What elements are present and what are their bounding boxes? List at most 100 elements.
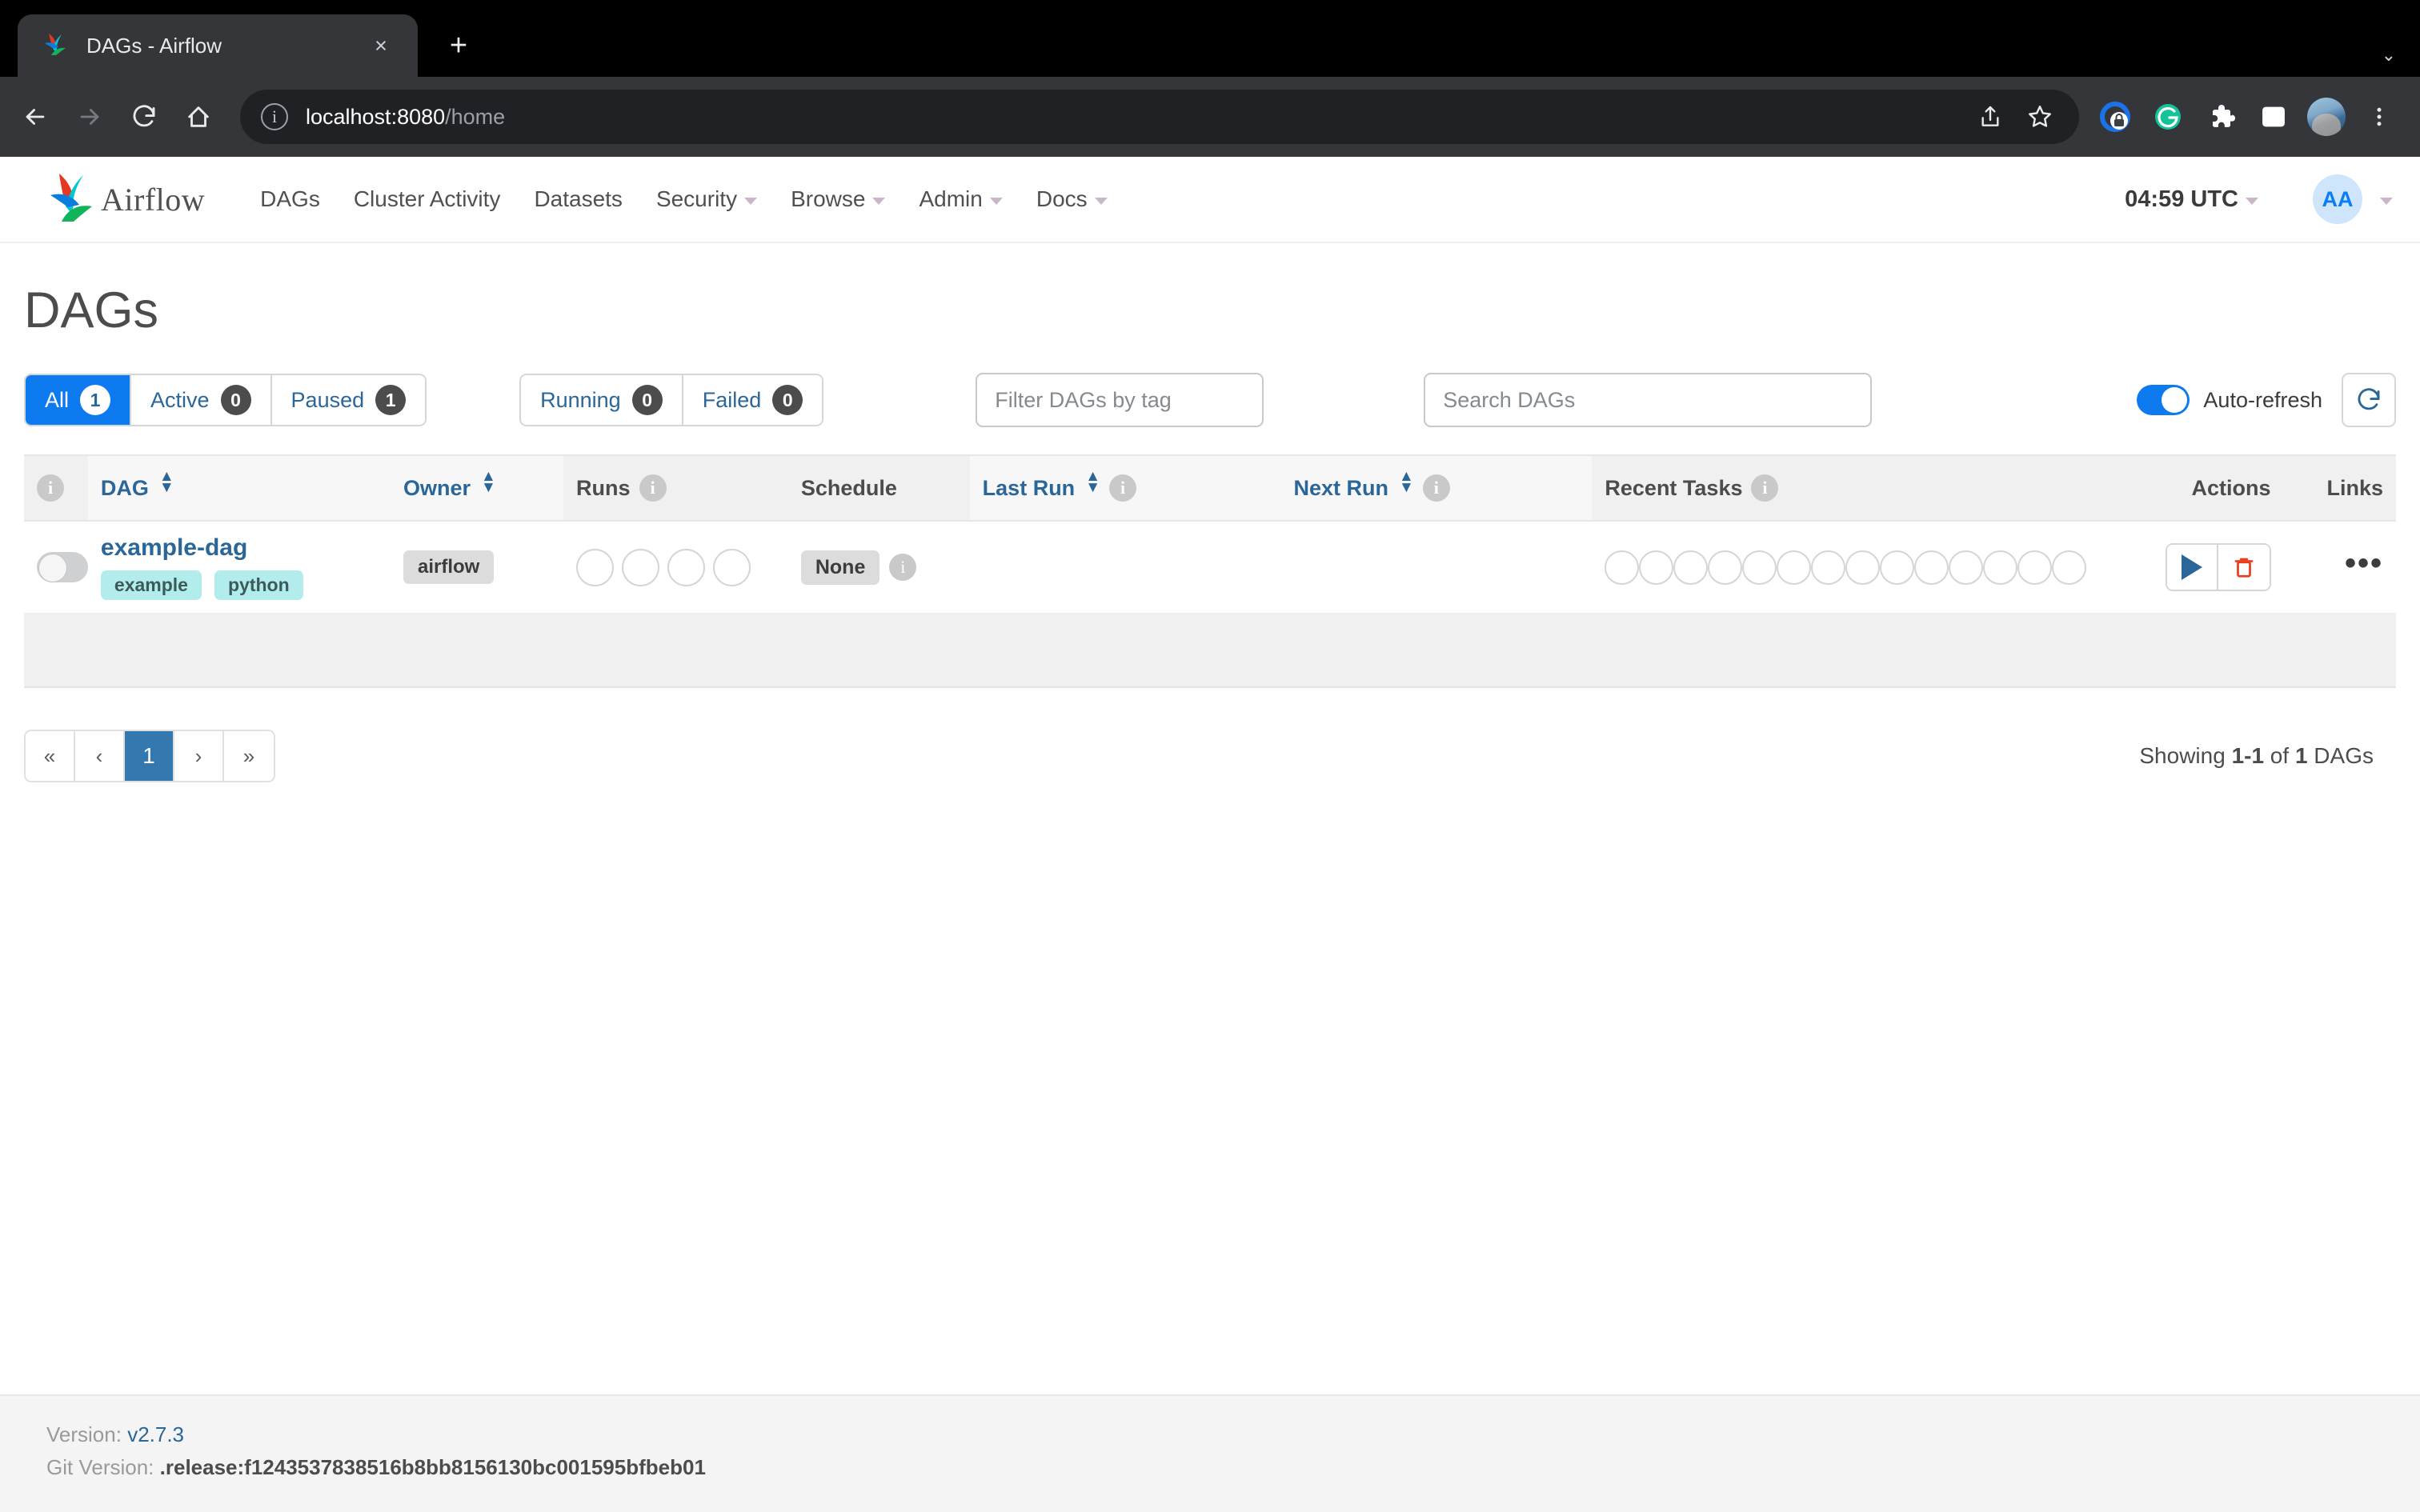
chevron-down-icon[interactable]: ⌄ xyxy=(2382,45,2396,66)
home-button[interactable] xyxy=(171,90,226,144)
th-owner[interactable]: Owner ▲ ▼ xyxy=(390,454,563,522)
th-last-run[interactable]: Last Run ▲ ▼ i xyxy=(969,454,1281,522)
info-icon[interactable]: i xyxy=(639,474,667,502)
dag-tag[interactable]: example xyxy=(100,570,202,600)
th-dag[interactable]: DAG ▲ ▼ xyxy=(87,454,391,522)
page-first-button[interactable]: « xyxy=(26,731,75,781)
nav-item-admin[interactable]: Admin xyxy=(902,156,1019,242)
trigger-dag-button[interactable] xyxy=(2166,545,2218,590)
th-recent-tasks: Recent Tasks i xyxy=(1592,454,2129,522)
tag-filter-input[interactable]: Filter DAGs by tag xyxy=(976,373,1264,427)
airflow-app: Airflow DAGs Cluster Activity Datasets S… xyxy=(0,156,2420,1512)
page-next-button[interactable]: › xyxy=(174,731,224,781)
grammarly-extension-icon[interactable] xyxy=(2143,92,2193,142)
run-state-circle[interactable] xyxy=(622,548,659,586)
info-icon[interactable]: i xyxy=(37,474,64,502)
sort-icon[interactable]: ▲ ▼ xyxy=(481,469,496,499)
site-info-icon[interactable]: i xyxy=(261,103,288,130)
page-prev-button[interactable]: ‹ xyxy=(75,731,125,781)
task-state-circle[interactable] xyxy=(1639,550,1674,585)
nav-label: Browse xyxy=(791,186,866,211)
side-panel-icon[interactable] xyxy=(2249,92,2298,142)
showing-count: Showing 1-1 of 1 DAGs xyxy=(2139,743,2396,769)
forward-button[interactable] xyxy=(62,90,117,144)
run-state-circle[interactable] xyxy=(667,548,705,586)
sort-icon[interactable]: ▲ ▼ xyxy=(1085,469,1100,499)
run-state-circle[interactable] xyxy=(576,548,614,586)
filter-label: All xyxy=(45,387,70,412)
task-state-circle[interactable] xyxy=(1708,550,1743,585)
task-state-circle[interactable] xyxy=(1605,550,1640,585)
search-dags-input[interactable]: Search DAGs xyxy=(1424,373,1873,427)
bookmark-star-icon[interactable] xyxy=(2015,92,2065,142)
sort-icon[interactable]: ▲ ▼ xyxy=(1399,469,1414,499)
task-state-circle[interactable] xyxy=(2017,550,2053,585)
run-state-circle[interactable] xyxy=(713,548,751,586)
info-icon[interactable]: i xyxy=(1422,474,1450,502)
back-button[interactable] xyxy=(8,90,62,144)
delete-dag-button[interactable] xyxy=(2218,545,2270,590)
share-icon[interactable] xyxy=(1965,92,2015,142)
cell-links: ••• xyxy=(2283,521,2396,614)
info-icon[interactable]: i xyxy=(1751,474,1779,502)
task-state-circle[interactable] xyxy=(1811,550,1846,585)
close-icon[interactable]: × xyxy=(365,30,397,62)
address-bar[interactable]: i localhost:8080/home xyxy=(240,90,2079,144)
user-avatar[interactable]: AA xyxy=(2313,174,2362,224)
task-state-circle[interactable] xyxy=(1914,550,1949,585)
task-state-circle[interactable] xyxy=(1742,550,1777,585)
nav-label: Admin xyxy=(919,186,983,211)
filter-paused[interactable]: Paused 1 xyxy=(271,375,426,425)
version-link[interactable]: v2.7.3 xyxy=(127,1422,184,1446)
nav-label: Cluster Activity xyxy=(353,186,501,211)
run-state-filter-group: Running 0 Failed 0 xyxy=(519,374,824,426)
new-tab-button[interactable]: + xyxy=(435,22,482,69)
auto-refresh-toggle[interactable] xyxy=(2137,385,2190,415)
browser-menu-icon[interactable] xyxy=(2354,92,2404,142)
extensions-puzzle-icon[interactable] xyxy=(2196,92,2246,142)
browser-chrome: DAGs - Airflow × + ⌄ i localhost:8080/ho… xyxy=(0,0,2420,157)
nav-item-docs[interactable]: Docs xyxy=(1020,156,1124,242)
th-label: Next Run xyxy=(1293,475,1389,500)
task-state-circle[interactable] xyxy=(1673,550,1709,585)
task-state-circle[interactable] xyxy=(1983,550,2018,585)
auto-refresh-label: Auto-refresh xyxy=(2203,387,2322,412)
reload-button[interactable] xyxy=(117,90,171,144)
dag-tag[interactable]: python xyxy=(214,570,303,600)
nav-item-security[interactable]: Security xyxy=(639,156,774,242)
showing-range: 1-1 xyxy=(2231,743,2265,768)
th-next-run[interactable]: Next Run ▲ ▼ i xyxy=(1280,454,1593,522)
page-last-button[interactable]: » xyxy=(224,731,274,781)
dag-tags: example python xyxy=(100,570,378,600)
task-state-circle[interactable] xyxy=(1949,550,1984,585)
more-dots-icon[interactable]: ••• xyxy=(2345,546,2383,581)
nav-item-cluster-activity[interactable]: Cluster Activity xyxy=(337,156,518,242)
chevron-down-icon[interactable] xyxy=(2380,198,2393,205)
browser-tab[interactable]: DAGs - Airflow × xyxy=(18,14,418,77)
filter-active[interactable]: Active 0 xyxy=(131,375,272,425)
task-state-circle[interactable] xyxy=(2052,550,2087,585)
page-number-button[interactable]: 1 xyxy=(125,731,174,781)
airflow-logo[interactable]: Airflow xyxy=(46,171,205,227)
utc-clock[interactable]: 04:59 UTC xyxy=(2125,186,2258,213)
dag-link[interactable]: example-dag xyxy=(101,534,378,562)
refresh-button[interactable] xyxy=(2342,373,2396,427)
filter-all[interactable]: All 1 xyxy=(26,375,132,425)
profile-avatar[interactable] xyxy=(2302,92,2351,142)
filter-running[interactable]: Running 0 xyxy=(521,375,683,425)
nav-item-browse[interactable]: Browse xyxy=(774,156,902,242)
task-state-circle[interactable] xyxy=(1777,550,1812,585)
task-state-circle[interactable] xyxy=(1880,550,1915,585)
filter-failed[interactable]: Failed 0 xyxy=(683,375,823,425)
task-state-circle[interactable] xyxy=(1845,550,1881,585)
info-icon[interactable]: i xyxy=(1109,474,1136,502)
nav-item-datasets[interactable]: Datasets xyxy=(517,156,639,242)
dag-pause-toggle[interactable] xyxy=(37,552,88,582)
navbar-right: 04:59 UTC AA xyxy=(2125,174,2393,224)
nav-item-dags[interactable]: DAGs xyxy=(243,156,337,242)
omnibox-actions xyxy=(1965,92,2065,142)
filter-label: Running xyxy=(540,387,621,412)
sort-icon[interactable]: ▲ ▼ xyxy=(159,469,174,499)
info-icon[interactable]: i xyxy=(889,554,917,581)
password-manager-extension-icon[interactable] xyxy=(2090,92,2140,142)
